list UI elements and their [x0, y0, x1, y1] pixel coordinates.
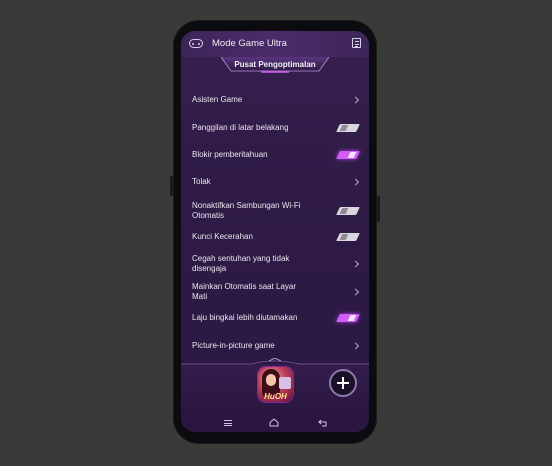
- page-title: Mode Game Ultra: [212, 38, 287, 49]
- setting-label: Kunci Kecerahan: [192, 232, 253, 241]
- setting-label: Panggilan di latar belakang: [192, 123, 289, 132]
- chevron-right-icon: [351, 96, 360, 104]
- setting-reject[interactable]: Tolak: [192, 177, 360, 187]
- setting-label: Mainkan Otomatis saat Layar Mati: [192, 282, 297, 301]
- home-icon[interactable]: [269, 418, 279, 427]
- toggle-switch[interactable]: [336, 207, 360, 215]
- setting-label: Blokir pemberitahuan: [192, 150, 268, 159]
- setting-label: Picture-in-picture game: [192, 341, 275, 350]
- toggle-switch[interactable]: [336, 124, 360, 132]
- chevron-right-icon: [351, 260, 360, 268]
- phone-power-button: [377, 196, 380, 222]
- chevron-right-icon: [351, 288, 360, 296]
- menu-icon[interactable]: [224, 420, 232, 426]
- toggle-switch[interactable]: [336, 314, 360, 322]
- setting-frame-rate-priority: Laju bingkai lebih diutamakan: [192, 313, 360, 323]
- setting-autoplay-screen-off[interactable]: Mainkan Otomatis saat Layar Mati: [192, 282, 360, 302]
- setting-label: Tolak: [192, 177, 211, 186]
- chevron-right-icon: [351, 178, 360, 186]
- setting-background-calls: Panggilan di latar belakang: [192, 123, 360, 133]
- phone-screen: Mode Game Ultra Pusat Pengoptimalan Asis…: [181, 31, 369, 432]
- setting-label: Nonaktifkan Sambungan Wi-Fi Otomatis: [192, 201, 301, 220]
- add-game-button[interactable]: [329, 369, 357, 397]
- setting-brightness-lock: Kunci Kecerahan: [192, 232, 360, 242]
- tab-optimization-center[interactable]: Pusat Pengoptimalan: [221, 57, 329, 73]
- header-bar: Mode Game Ultra: [181, 31, 369, 57]
- back-icon[interactable]: [318, 419, 328, 427]
- tab-label: Pusat Pengoptimalan: [234, 60, 316, 69]
- system-navbar: [181, 414, 369, 432]
- toggle-switch[interactable]: [336, 233, 360, 241]
- setting-game-pip[interactable]: Picture-in-picture game: [192, 341, 360, 351]
- game-app-icon[interactable]: HuOH: [258, 367, 293, 402]
- chevron-right-icon: [351, 342, 360, 350]
- toggle-switch[interactable]: [336, 151, 360, 159]
- setting-disable-wifi-auto: Nonaktifkan Sambungan Wi-Fi Otomatis: [192, 201, 360, 221]
- setting-label: Laju bingkai lebih diutamakan: [192, 313, 298, 322]
- gamepad-icon: [189, 39, 203, 48]
- phone-volume-button: [170, 176, 173, 196]
- setting-label: Cegah sentuhan yang tidak disengaja: [192, 254, 290, 273]
- setting-prevent-touch[interactable]: Cegah sentuhan yang tidak disengaja: [192, 254, 360, 274]
- setting-game-assistant[interactable]: Asisten Game: [192, 95, 360, 105]
- setting-block-notifications: Blokir pemberitahuan: [192, 150, 360, 160]
- setting-label: Asisten Game: [192, 95, 243, 104]
- menu-list-icon[interactable]: [352, 38, 361, 48]
- game-app-logo: HuOH: [264, 392, 287, 401]
